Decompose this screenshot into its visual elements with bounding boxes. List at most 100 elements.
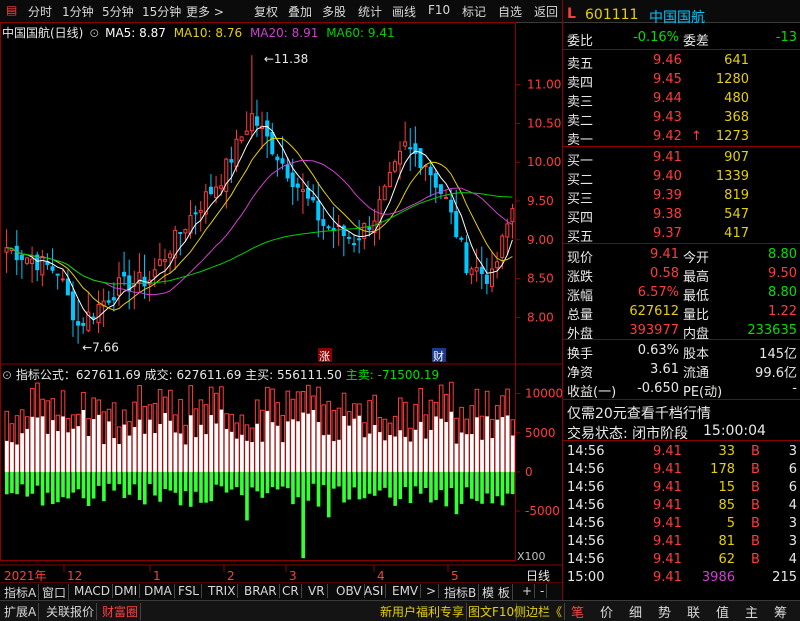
kline-chart[interactable]: 11.00 10.50 10.00 9.50 9.00 8.50 8.00 10000 5000… [0, 22, 562, 582]
main-sell-bar [178, 471, 183, 506]
toolbar-item-1[interactable]: 1分钟 [62, 3, 94, 20]
toolbar-item-5[interactable]: 复权 [254, 3, 278, 20]
add-icon[interactable]: + [520, 584, 536, 598]
main-buy-bar [224, 428, 229, 472]
fund-value: -0.650 [637, 381, 679, 396]
indicator-tab-3[interactable]: DMI [112, 584, 141, 598]
indicator-tab-9[interactable]: VR [306, 584, 328, 598]
remove-icon[interactable]: - [538, 584, 548, 598]
toolbar-item-11[interactable]: 标记 [462, 3, 486, 20]
toolbar-item-6[interactable]: 叠加 [288, 3, 312, 20]
main-sell-bar [470, 471, 474, 499]
toolbar-item-8[interactable]: 统计 [358, 3, 382, 20]
bottom-right-tab-1[interactable]: 图文F10 [466, 603, 518, 620]
indicator-tab-6[interactable]: TRIX [206, 584, 239, 598]
panel-tab-5[interactable]: 值 [714, 602, 731, 621]
ask-row[interactable]: 卖三 9.44 480 [563, 89, 800, 110]
bid-row[interactable]: 买四 9.38 547 [563, 205, 800, 226]
main-sell-bar [61, 471, 65, 498]
bottom-right-tab-0[interactable]: 新用户福利专享 [378, 603, 468, 620]
indicator-tab-0[interactable]: 指标A [2, 584, 40, 601]
main-sell-bar [270, 471, 275, 488]
main-buy-bar [362, 437, 367, 472]
main-buy-bar [306, 413, 311, 472]
weicha-value: -13 [775, 30, 797, 45]
ask-volume: 1280 [715, 72, 749, 87]
candle-body [357, 238, 362, 241]
indicator-tab-10[interactable]: OBV [334, 584, 365, 598]
indicator-tab-4[interactable]: DMA [142, 584, 175, 598]
main-buy-bar [15, 444, 19, 472]
panel-tab-3[interactable]: 势 [656, 602, 673, 621]
indicator-tab-1[interactable]: 窗口 [40, 584, 70, 601]
indicator-settings-icon[interactable]: ⊙ [2, 368, 12, 382]
tabs-prev-arrow-icon[interactable]: > [424, 584, 440, 598]
main-sell-bar [311, 471, 316, 484]
indicator-tab-12[interactable]: EMV [390, 584, 422, 598]
main-buy-bar [495, 419, 500, 472]
candle-body [285, 164, 290, 179]
toolbar-item-4[interactable]: 更多 > [186, 3, 224, 20]
bottom-right-tab-2[interactable]: 侧边栏《 [512, 603, 566, 620]
main-sell: 主卖: -71500.19 [345, 368, 440, 382]
main-sell-bar [224, 471, 229, 493]
main-sell-bar [214, 471, 219, 485]
indicator-tab-5[interactable]: FSL [176, 584, 202, 598]
main-buy-bar [505, 415, 510, 472]
fund-label: 收益(一) [567, 385, 617, 400]
chart-settings-icon[interactable]: ⊙ [89, 26, 99, 40]
tick-direction: B [751, 516, 760, 531]
bid-row[interactable]: 买三 9.39 819 [563, 186, 800, 207]
menu-icon[interactable]: ▤ [6, 3, 17, 17]
weibi-label: 委比 [567, 34, 594, 49]
tick-volume: 15 [718, 480, 735, 495]
candle-body [444, 196, 449, 199]
main-buy-bar [91, 419, 96, 472]
indicator-tab-2[interactable]: MACD [72, 584, 113, 598]
price-tick-label: 11.00 [527, 78, 561, 92]
panel-tab-0[interactable]: 笔 [569, 602, 586, 621]
toolbar-item-9[interactable]: 画线 [392, 3, 416, 20]
toolbar-item-7[interactable]: 多股 [322, 3, 346, 20]
main-sell-bar [45, 471, 50, 493]
bottom-left-tab-0[interactable]: 扩展A [2, 603, 40, 620]
panel-tab-6[interactable]: 主 [743, 602, 760, 621]
toolbar-item-12[interactable]: 自选 [498, 3, 522, 20]
bid-price: 9.37 [653, 226, 682, 241]
toolbar-item-13[interactable]: 返回 [534, 3, 558, 20]
panel-tab-7[interactable]: 筹 [772, 602, 789, 621]
ask-row[interactable]: 卖五 9.46 641 [563, 51, 800, 72]
bid-row[interactable]: 买一 9.41 907 [563, 148, 800, 169]
candle-body [459, 237, 464, 240]
period-label[interactable]: 日线 [526, 569, 550, 582]
market-badge: L [567, 6, 576, 22]
bid-row[interactable]: 买五 9.37 417 [563, 224, 800, 245]
indicator-tab-8[interactable]: CR [280, 584, 302, 598]
candle-body [505, 223, 510, 238]
bid-row[interactable]: 买二 9.40 1339 [563, 167, 800, 188]
bottom-left-tab-1[interactable]: 关联报价 [44, 603, 98, 620]
main-sell-bar [424, 471, 428, 489]
toolbar-item-10[interactable]: F10 [428, 3, 450, 17]
ask-row[interactable]: 卖一 9.42 ↑ 1273 [563, 127, 800, 148]
toolbar-item-0[interactable]: 分时 [28, 3, 52, 20]
promo-link[interactable]: 仅需20元查看千档行情 [567, 403, 711, 423]
indicator-tab-14[interactable]: 模 板 [480, 584, 513, 601]
ask-row[interactable]: 卖四 9.45 1280 [563, 70, 800, 91]
panel-tab-4[interactable]: 联 [685, 602, 702, 621]
ask-row[interactable]: 卖二 9.43 368 [563, 108, 800, 129]
indicator-tab-11[interactable]: ASI [362, 584, 387, 598]
stat-row: 涨幅 6.57% 最低 8.80 [563, 283, 800, 304]
main-buy-bar [188, 415, 193, 472]
panel-tab-1[interactable]: 价 [598, 602, 615, 621]
indicator-tab-13[interactable]: 指标B [442, 584, 480, 601]
bottom-left-tab-2[interactable]: 财富圈 [100, 603, 142, 620]
main-sell-bar [260, 471, 265, 498]
bid-volume: 417 [724, 226, 749, 241]
fund-value: 0.63% [637, 343, 679, 358]
toolbar-item-2[interactable]: 5分钟 [102, 3, 134, 20]
stat-value: 6.57% [637, 285, 679, 300]
indicator-tab-7[interactable]: BRAR [242, 584, 280, 598]
panel-tab-2[interactable]: 细 [627, 602, 644, 621]
toolbar-item-3[interactable]: 15分钟 [142, 3, 181, 20]
